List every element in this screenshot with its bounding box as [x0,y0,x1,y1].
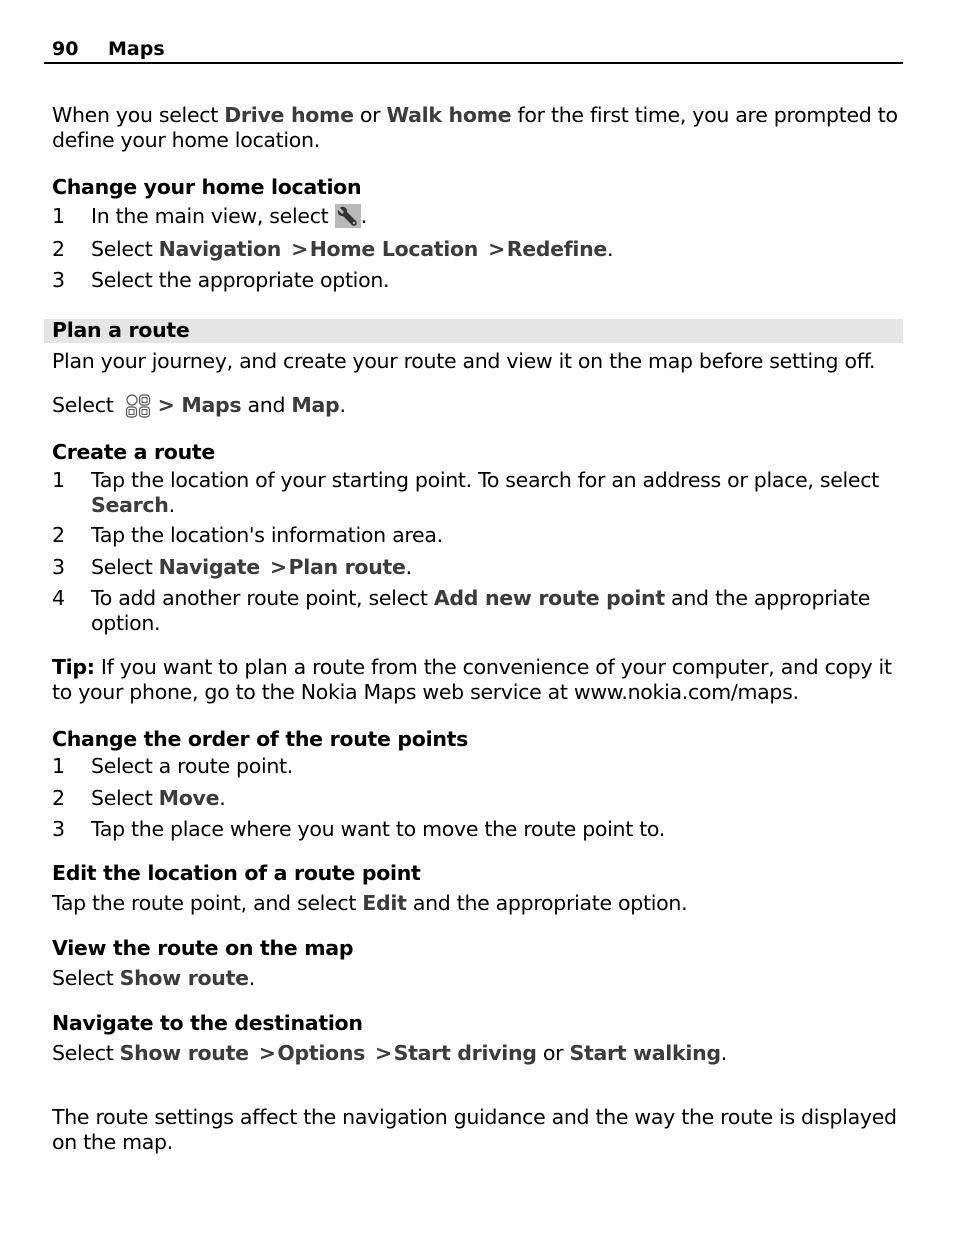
text: . [168,493,176,517]
text: When you select [52,103,225,127]
ui-term-redefine: Redefine [506,237,608,261]
text: Select [52,1041,120,1065]
separator: > [258,1041,278,1065]
ui-term-plan-route: Plan route [288,555,406,579]
page-header: 90 Maps [44,36,903,64]
step-number: 3 [52,555,65,579]
view-route-text: Select Show route. [52,966,902,991]
page-number: 90 [52,38,79,60]
text: . [219,786,226,810]
heading-edit-location: Edit the location of a route point [52,861,421,885]
ui-term-drive-home: Drive home [224,103,354,127]
heading-change-order: Change the order of the route points [52,727,469,751]
ui-term-show-route: Show route [119,966,249,990]
text: and [241,393,292,417]
text: In the main view, select [91,204,335,228]
step-text: Select the appropriate option. [91,268,390,292]
text: Tap the location of your starting point.… [91,468,879,492]
separator: > [488,237,507,261]
edit-location-text: Tap the route point, and select Edit and… [52,891,902,916]
separator: > [291,237,310,261]
ui-term-navigation: Navigation [158,237,282,261]
ui-term-map: Map [291,393,340,417]
step-text: Select a route point. [91,754,294,778]
text: Tap the route point, and select [52,891,363,915]
text: Select [52,393,120,417]
ui-term-navigate: Navigate [158,555,261,579]
text: . [248,966,256,990]
step-text: Tap the location's information area. [91,523,443,547]
tip-label: Tip: [52,655,95,679]
separator: > [157,393,182,417]
navigate-text: Select Show route > Options > Start drivin… [52,1041,902,1066]
text: . [339,393,346,417]
heading-change-home-location: Change your home location [52,175,362,199]
section-title: Plan a route [52,318,190,342]
separator: > [375,1041,394,1065]
step-number: 2 [52,237,65,261]
ui-term-search: Search [91,493,169,517]
step-number: 1 [52,204,65,228]
ui-term-maps: Maps [181,393,242,417]
tip-text: If you want to plan a route from the con… [52,655,892,704]
ui-term-start-walking: Start walking [569,1041,721,1065]
separator: > [269,555,289,579]
route-settings-paragraph: The route settings affect the navigation… [52,1105,897,1154]
text: and the appropriate option. [406,891,688,915]
section-header-plan-route: Plan a route [44,318,903,343]
step-text: Tap the place where you want to move the… [91,817,666,841]
ui-term-walk-home: Walk home [386,103,512,127]
step-number: 3 [52,817,65,841]
chapter-title: Maps [108,38,165,60]
text: or [353,103,387,127]
step-number: 1 [52,754,65,778]
step-number: 2 [52,523,65,547]
ui-term-add-new-route-point: Add new route point [433,586,665,610]
heading-create-route: Create a route [52,440,215,464]
select-maps-line: Select > Maps and Map. [52,393,902,419]
text: Select [91,237,159,261]
step-number: 3 [52,268,65,292]
tip-paragraph: Tip: If you want to plan a route from th… [52,655,902,705]
text: Select [91,555,159,579]
text: . [405,555,413,579]
intro-paragraph: When you select Drive home or Walk home … [52,103,902,153]
ui-term-show-route: Show route [119,1041,249,1065]
text: or [536,1041,570,1065]
text: . [720,1041,728,1065]
text: Select [91,786,159,810]
heading-navigate-destination: Navigate to the destination [52,1011,363,1035]
wrench-icon [334,204,361,228]
text: . [607,237,614,261]
ui-term-home-location: Home Location [309,237,479,261]
plan-route-description: Plan your journey, and create your route… [52,349,876,373]
manual-page: 90 Maps When you select Drive home or Wa… [0,0,954,1258]
apps-menu-icon [124,393,152,419]
step-number: 2 [52,786,65,810]
ui-term-move: Move [158,786,220,810]
text: . [360,204,368,228]
ui-term-start-driving: Start driving [393,1041,537,1065]
heading-view-route: View the route on the map [52,936,354,960]
text: To add another route point, select [91,586,434,610]
ui-term-options: Options [277,1041,366,1065]
text: Select [52,966,120,990]
step-number: 4 [52,586,65,610]
step-number: 1 [52,468,65,492]
ui-term-edit: Edit [362,891,407,915]
